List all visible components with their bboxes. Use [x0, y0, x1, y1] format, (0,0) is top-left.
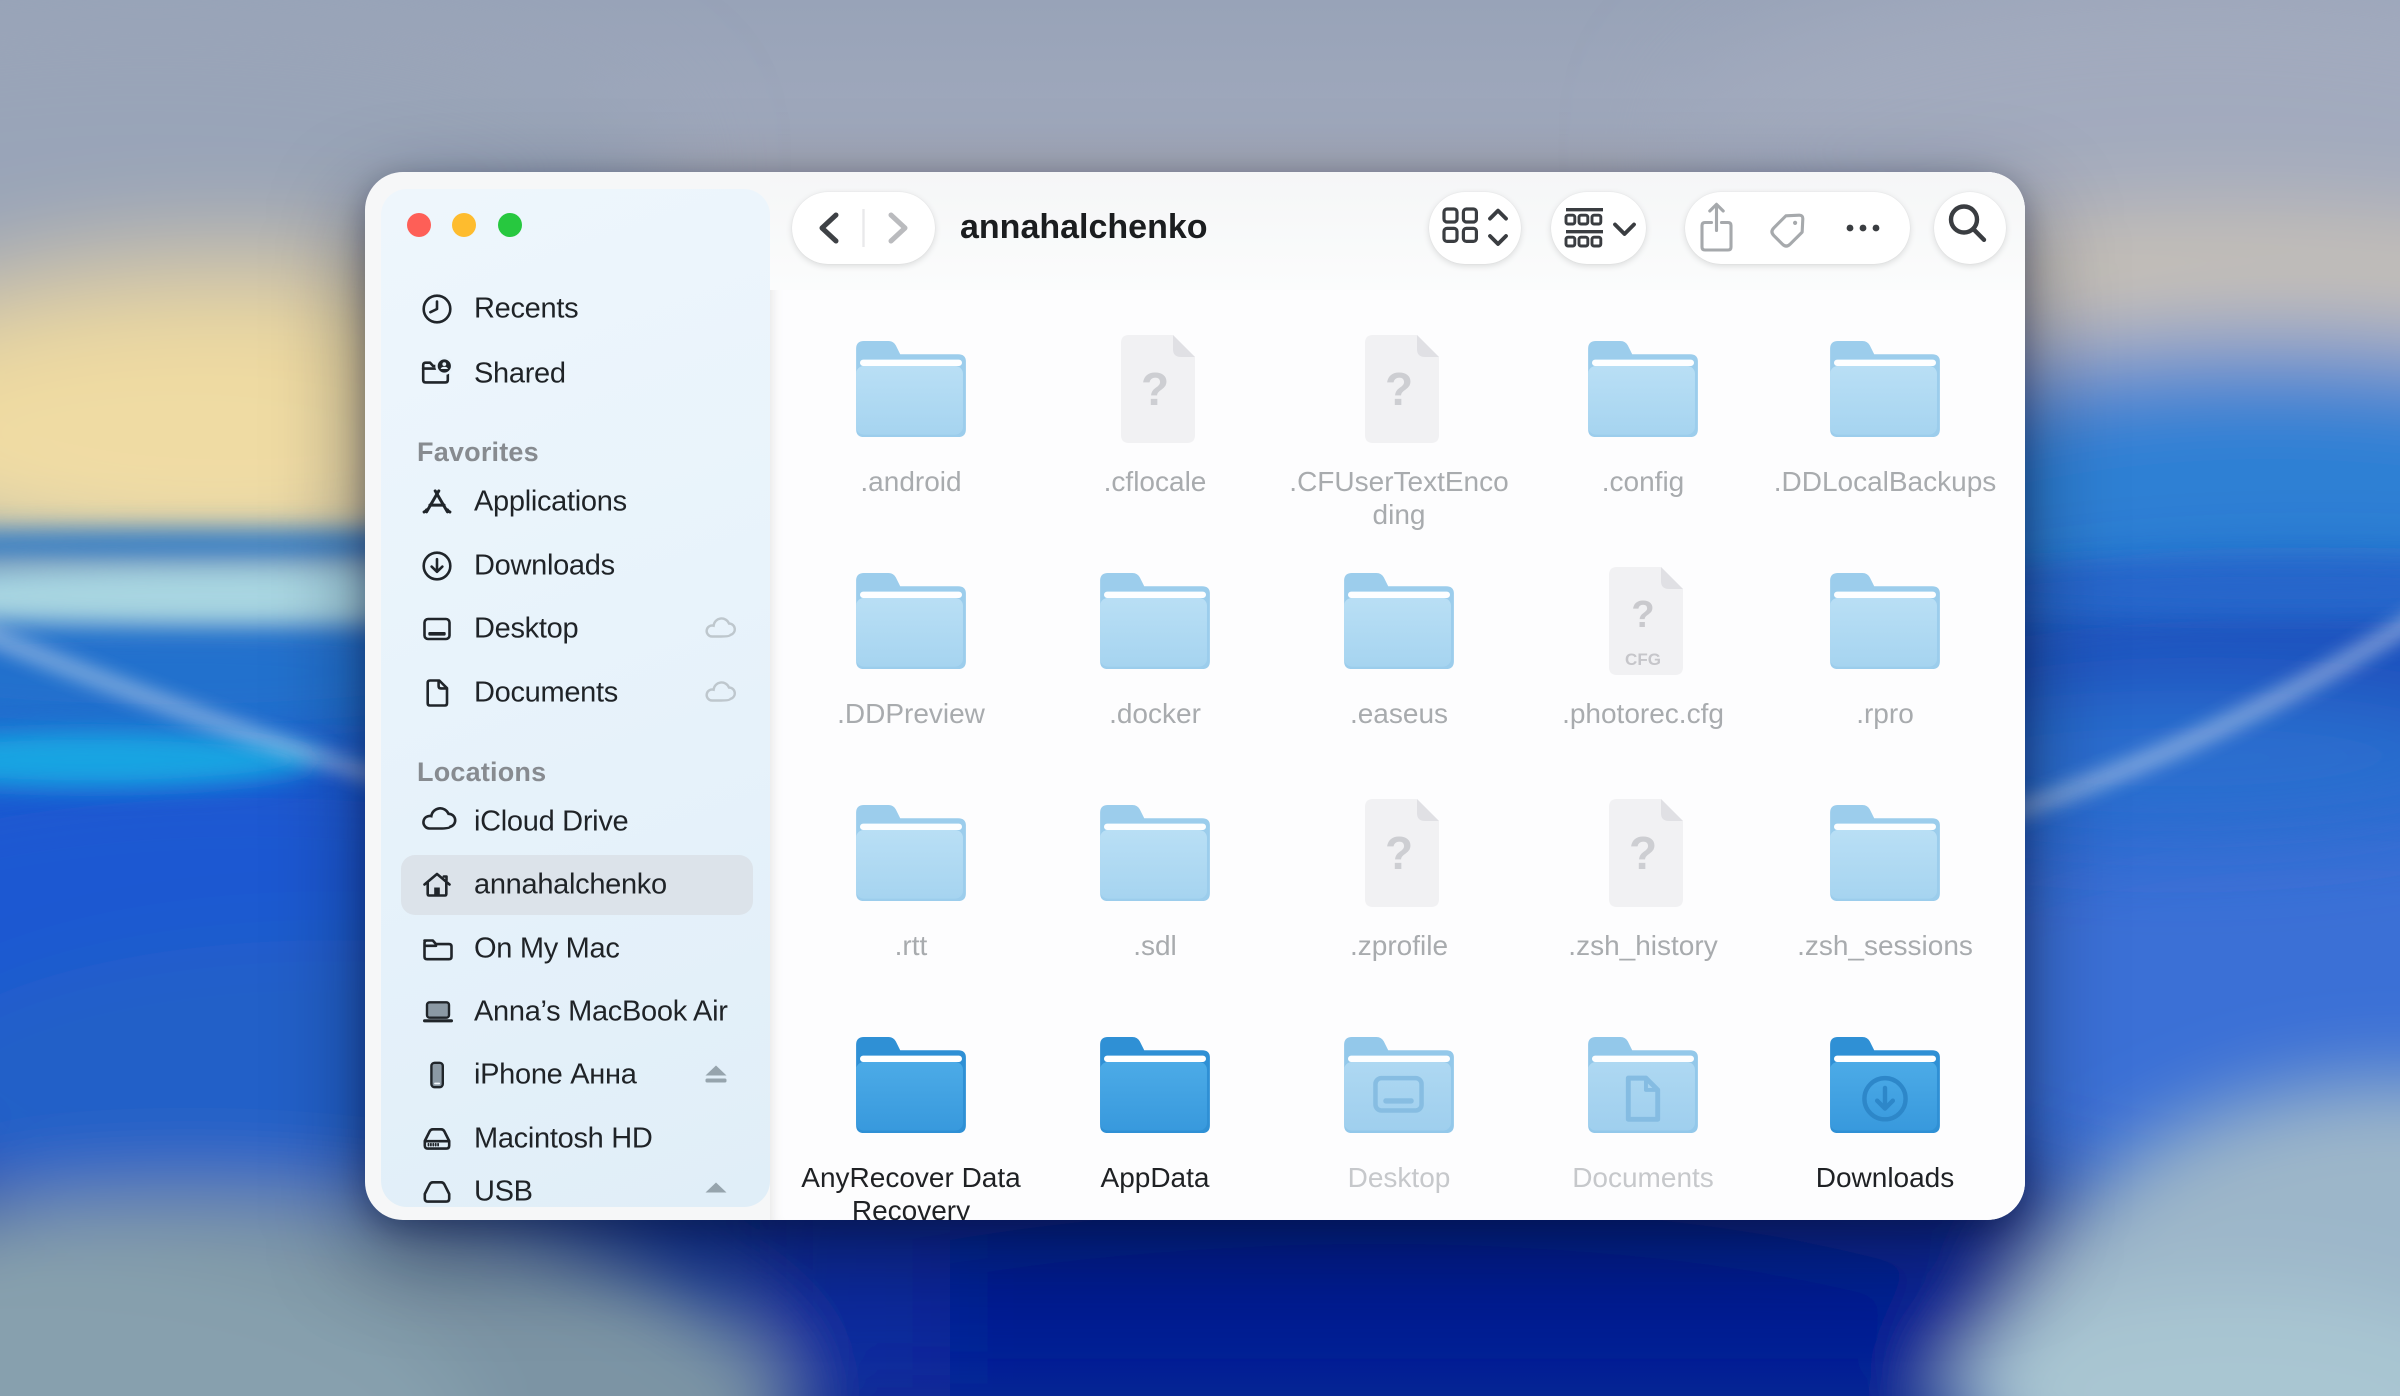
- svg-text:?: ?: [1629, 827, 1657, 879]
- svg-text:CFG: CFG: [1625, 650, 1661, 669]
- svg-text:?: ?: [1631, 594, 1654, 636]
- svg-text:?: ?: [1385, 363, 1413, 415]
- svg-text:?: ?: [1385, 827, 1413, 879]
- svg-text:?: ?: [1141, 363, 1169, 415]
